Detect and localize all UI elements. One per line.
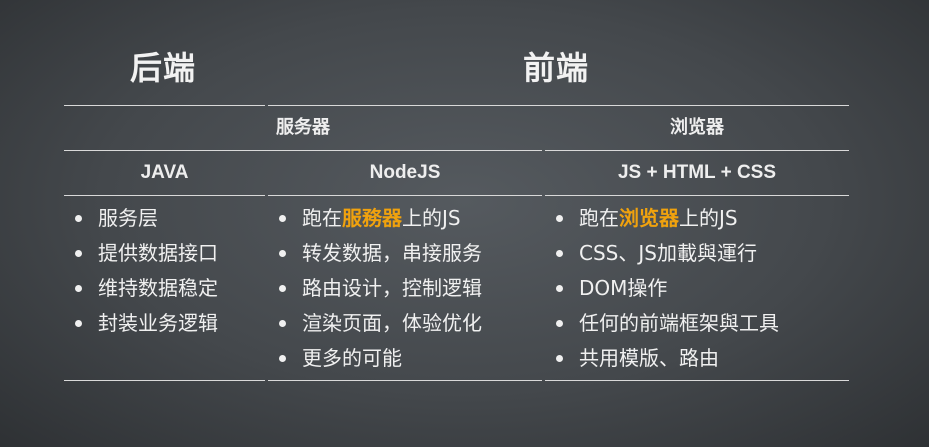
list-item-text: 转发数据，串接服务 xyxy=(302,241,482,265)
list-item-text-pre: 跑在 xyxy=(302,206,342,230)
java-list: 服务层 提供数据接口 维持数据稳定 封装业务逻辑 xyxy=(64,201,265,341)
row2-bottom-rule-3 xyxy=(545,195,849,196)
list-item-text-post: 上的JS xyxy=(402,206,461,230)
highlight-server: 服務器 xyxy=(342,206,402,230)
nodejs-list: 跑在服務器上的JS 转发数据，串接服务 路由设计，控制逻辑 渲染页面，体验优化 … xyxy=(268,201,542,376)
list-item: 维持数据稳定 xyxy=(64,271,265,306)
list-item-text: 维持数据稳定 xyxy=(98,276,218,300)
bullet-icon xyxy=(556,250,563,257)
list-item-text-post: 上的JS xyxy=(679,206,738,230)
table-bottom-rule-3 xyxy=(545,380,849,381)
table-bottom-rule-1 xyxy=(64,380,265,381)
list-item-text: 服务层 xyxy=(98,206,158,230)
list-item-text-pre: 跑在 xyxy=(579,206,619,230)
row2-bottom-rule-2 xyxy=(268,195,542,196)
bullet-icon xyxy=(556,215,563,222)
bullet-icon xyxy=(556,320,563,327)
bullet-icon xyxy=(75,215,82,222)
list-item: 跑在服務器上的JS xyxy=(268,201,542,236)
header-server: 服务器 xyxy=(276,117,330,138)
list-item-text: 渲染页面，体验优化 xyxy=(302,311,482,335)
header-frontend-tech: JS + HTML + CSS xyxy=(617,162,777,183)
list-item: CSS、JS加載與運行 xyxy=(545,236,849,271)
list-item-text: 路由设计，控制逻辑 xyxy=(302,276,482,300)
list-item-text: CSS、JS加載與運行 xyxy=(579,241,757,265)
bullet-icon xyxy=(75,320,82,327)
header-java: JAVA xyxy=(140,162,189,183)
header-browser: 浏览器 xyxy=(670,117,724,138)
bullet-icon xyxy=(75,250,82,257)
list-item: 跑在浏览器上的JS xyxy=(545,201,849,236)
backend-title: 后端 xyxy=(130,49,197,87)
list-item-text: 提供数据接口 xyxy=(98,241,218,265)
list-item-text: 共用模版、路由 xyxy=(579,346,719,370)
list-item-text: 更多的可能 xyxy=(302,346,402,370)
list-item: 任何的前端框架與工具 xyxy=(545,306,849,341)
list-item: 渲染页面，体验优化 xyxy=(268,306,542,341)
bullet-icon xyxy=(279,285,286,292)
list-item: DOM操作 xyxy=(545,271,849,306)
highlight-browser: 浏览器 xyxy=(619,206,679,230)
bullet-icon xyxy=(279,355,286,362)
bullet-icon xyxy=(75,285,82,292)
list-item: 服务层 xyxy=(64,201,265,236)
list-item: 更多的可能 xyxy=(268,341,542,376)
bullet-icon xyxy=(556,285,563,292)
bullet-icon xyxy=(279,320,286,327)
bullet-icon xyxy=(279,250,286,257)
list-item: 封装业务逻辑 xyxy=(64,306,265,341)
list-item-text: DOM操作 xyxy=(579,276,668,300)
list-item: 路由设计，控制逻辑 xyxy=(268,271,542,306)
row2-bottom-rule-1 xyxy=(64,195,265,196)
bullet-icon xyxy=(556,355,563,362)
frontend-title: 前端 xyxy=(523,49,590,87)
header-nodejs: NodeJS xyxy=(369,162,441,183)
list-item: 提供数据接口 xyxy=(64,236,265,271)
list-item-text: 任何的前端框架與工具 xyxy=(579,311,779,335)
table-bottom-rule-2 xyxy=(268,380,542,381)
list-item-text: 封装业务逻辑 xyxy=(98,311,218,335)
list-item: 转发数据，串接服务 xyxy=(268,236,542,271)
list-item: 共用模版、路由 xyxy=(545,341,849,376)
frontend-list: 跑在浏览器上的JS CSS、JS加載與運行 DOM操作 任何的前端框架與工具 共… xyxy=(545,201,849,376)
bullet-icon xyxy=(279,215,286,222)
